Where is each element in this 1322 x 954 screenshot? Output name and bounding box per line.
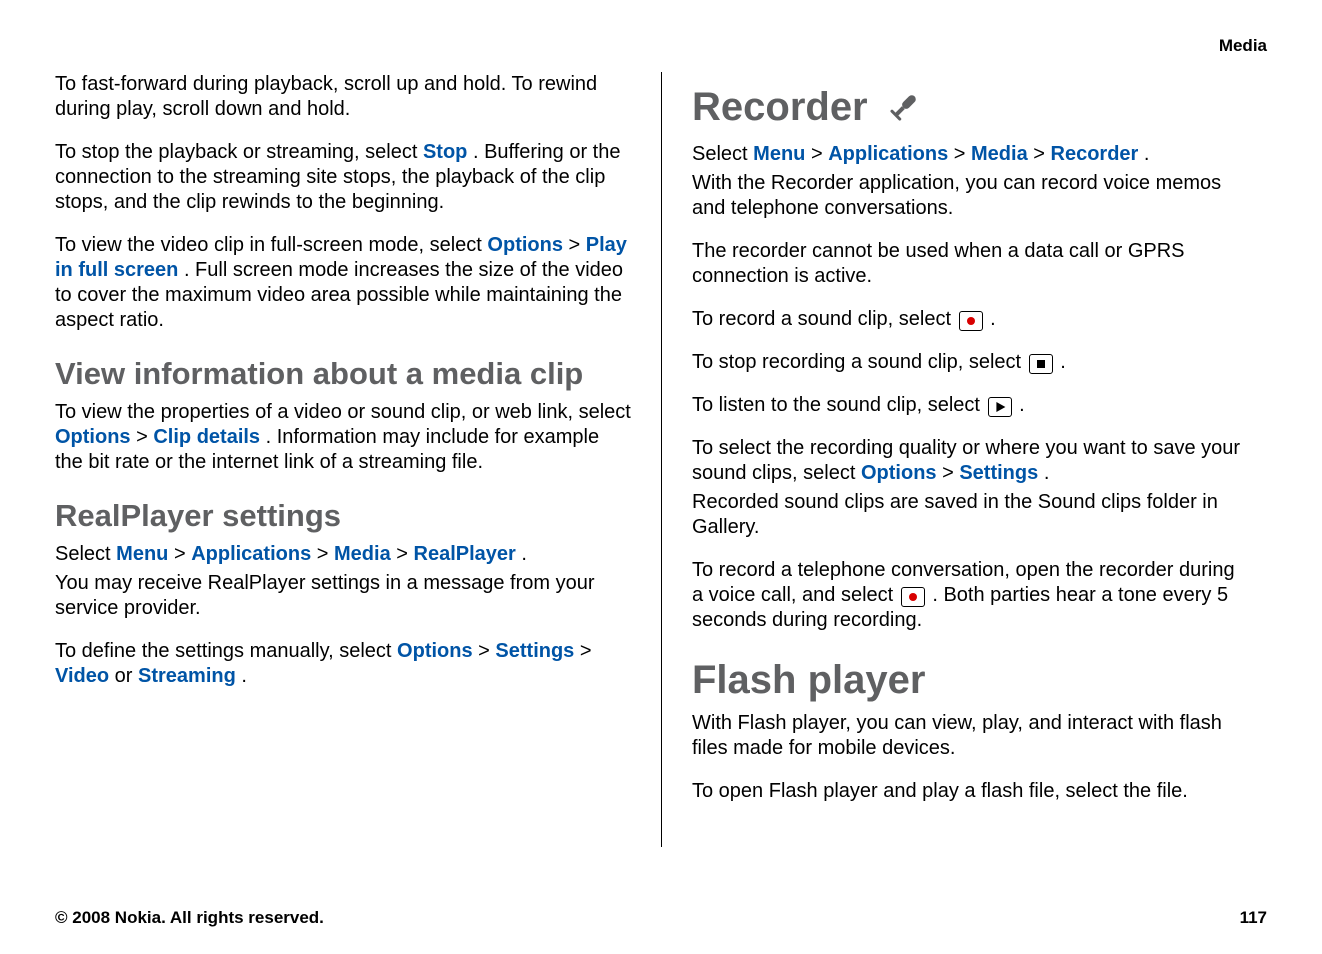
- ui-label-options: Options: [397, 640, 473, 662]
- ui-label-applications: Applications: [191, 543, 311, 565]
- paragraph: To open Flash player and play a flash fi…: [692, 779, 1247, 804]
- paragraph: To record a sound clip, select .: [692, 307, 1247, 332]
- play-icon: [988, 397, 1012, 417]
- text: .: [1044, 462, 1050, 484]
- paragraph: Select Menu > Applications > Media > Rec…: [692, 142, 1247, 167]
- paragraph: The recorder cannot be used when a data …: [692, 239, 1247, 289]
- heading-view-info: View information about a media clip: [55, 355, 631, 394]
- paragraph: To define the settings manually, select …: [55, 639, 631, 689]
- separator: >: [811, 143, 828, 165]
- page: Media To fast-forward during playback, s…: [0, 0, 1322, 954]
- separator: >: [136, 426, 153, 448]
- heading-flash-player: Flash player: [692, 655, 1247, 705]
- paragraph: To listen to the sound clip, select .: [692, 393, 1247, 418]
- paragraph: You may receive RealPlayer settings in a…: [55, 571, 631, 621]
- paragraph: With the Recorder application, you can r…: [692, 171, 1247, 221]
- text: To define the settings manually, select: [55, 640, 397, 662]
- separator: >: [580, 640, 592, 662]
- record-icon: [901, 587, 925, 607]
- page-number: 117: [1240, 908, 1267, 928]
- text: .: [521, 543, 527, 565]
- ui-label-realplayer: RealPlayer: [414, 543, 516, 565]
- separator: >: [1033, 143, 1050, 165]
- left-column: To fast-forward during playback, scroll …: [55, 72, 661, 847]
- copyright: © 2008 Nokia. All rights reserved.: [55, 908, 324, 928]
- separator: >: [954, 143, 971, 165]
- text: .: [241, 665, 247, 687]
- text: Select: [692, 143, 753, 165]
- text: To listen to the sound clip, select: [692, 394, 986, 416]
- paragraph: Recorded sound clips are saved in the So…: [692, 490, 1247, 540]
- ui-label-settings: Settings: [495, 640, 574, 662]
- text: To record a sound clip, select: [692, 308, 957, 330]
- paragraph: To stop the playback or streaming, selec…: [55, 140, 631, 215]
- heading-recorder-text: Recorder: [692, 85, 868, 129]
- separator: >: [396, 543, 413, 565]
- separator: >: [942, 462, 959, 484]
- ui-label-options: Options: [487, 234, 563, 256]
- text: .: [1060, 351, 1066, 373]
- ui-label-options: Options: [861, 462, 937, 484]
- stop-icon: [1029, 354, 1053, 374]
- text: To view the video clip in full-screen mo…: [55, 234, 487, 256]
- separator: >: [174, 543, 191, 565]
- ui-label-stop: Stop: [423, 141, 467, 163]
- paragraph: To stop recording a sound clip, select .: [692, 350, 1247, 375]
- ui-label-menu: Menu: [116, 543, 168, 565]
- paragraph: With Flash player, you can view, play, a…: [692, 711, 1247, 761]
- text: To stop recording a sound clip, select: [692, 351, 1027, 373]
- paragraph: To fast-forward during playback, scroll …: [55, 72, 631, 122]
- ui-label-settings: Settings: [959, 462, 1038, 484]
- text: To view the properties of a video or sou…: [55, 401, 631, 423]
- text: .: [1019, 394, 1025, 416]
- section-label: Media: [1219, 36, 1267, 56]
- paragraph: Select Menu > Applications > Media > Rea…: [55, 542, 631, 567]
- ui-label-media: Media: [334, 543, 391, 565]
- ui-label-media: Media: [971, 143, 1028, 165]
- heading-recorder: Recorder: [692, 82, 1247, 136]
- separator: >: [317, 543, 334, 565]
- paragraph: To select the recording quality or where…: [692, 436, 1247, 486]
- separator: >: [569, 234, 586, 256]
- ui-label-options: Options: [55, 426, 131, 448]
- microphone-icon: [889, 86, 919, 136]
- ui-label-video: Video: [55, 665, 109, 687]
- text: or: [115, 665, 138, 687]
- separator: >: [478, 640, 495, 662]
- paragraph: To view the video clip in full-screen mo…: [55, 233, 631, 333]
- content-columns: To fast-forward during playback, scroll …: [55, 72, 1267, 847]
- text: .: [990, 308, 996, 330]
- ui-label-clip-details: Clip details: [153, 426, 260, 448]
- right-column: Recorder Select Menu > Applications: [661, 72, 1267, 847]
- heading-realplayer-settings: RealPlayer settings: [55, 497, 631, 536]
- paragraph: To record a telephone conversation, open…: [692, 558, 1247, 633]
- record-icon: [959, 311, 983, 331]
- ui-label-menu: Menu: [753, 143, 805, 165]
- ui-label-applications: Applications: [828, 143, 948, 165]
- footer: © 2008 Nokia. All rights reserved. 117: [55, 908, 1267, 928]
- text: .: [1144, 143, 1150, 165]
- text: Select: [55, 543, 116, 565]
- paragraph: To view the properties of a video or sou…: [55, 400, 631, 475]
- ui-label-recorder: Recorder: [1051, 143, 1139, 165]
- ui-label-streaming: Streaming: [138, 665, 236, 687]
- text: To stop the playback or streaming, selec…: [55, 141, 423, 163]
